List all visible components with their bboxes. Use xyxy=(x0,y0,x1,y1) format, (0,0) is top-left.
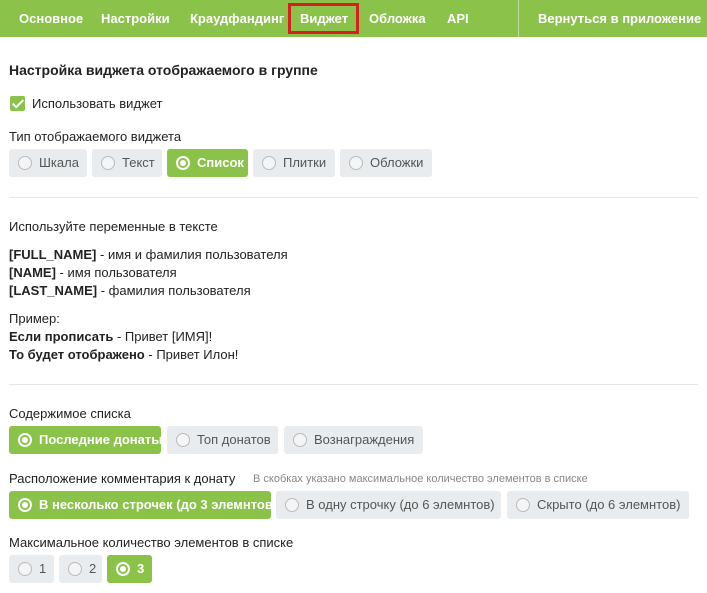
widget-type-list[interactable]: Список xyxy=(167,149,248,177)
widget-type-covers[interactable]: Обложки xyxy=(340,149,432,177)
radio-circle-icon xyxy=(516,498,530,512)
radio-circle-icon xyxy=(262,156,276,170)
tab-settings[interactable]: Настройки xyxy=(101,0,170,37)
widget-type-tiles[interactable]: Плитки xyxy=(253,149,335,177)
radio-circle-icon xyxy=(18,156,32,170)
comment-position-label: Расположение комментария к донату xyxy=(9,471,236,486)
radio-checked-icon xyxy=(116,562,130,576)
max-items-option-1[interactable]: 1 xyxy=(9,555,54,583)
tab-cover[interactable]: Обложка xyxy=(369,0,426,37)
example-input-line: Если прописать - Привет [ИМЯ]! xyxy=(9,329,213,344)
radio-checked-icon xyxy=(18,498,32,512)
widget-type-text[interactable]: Текст xyxy=(92,149,162,177)
use-widget-checkbox[interactable] xyxy=(10,96,25,111)
radio-circle-icon xyxy=(349,156,363,170)
radio-checked-icon xyxy=(176,156,190,170)
radio-circle-icon xyxy=(18,562,32,576)
variables-title: Используйте переменные в тексте xyxy=(9,219,218,234)
tab-api[interactable]: API xyxy=(447,0,469,37)
max-items-label: Максимальное количество элементов в спис… xyxy=(9,535,294,550)
list-content-top-donations[interactable]: Топ донатов xyxy=(167,426,278,454)
radio-circle-icon xyxy=(293,433,307,447)
nav-divider xyxy=(518,0,519,37)
comment-position-single-line[interactable]: В одну строчку (до 6 элемнтов) xyxy=(276,491,501,519)
tab-main[interactable]: Основное xyxy=(19,0,83,37)
radio-circle-icon xyxy=(285,498,299,512)
list-content-label: Содержимое списка xyxy=(9,406,131,421)
comment-position-multiline[interactable]: В несколько строчек (до 3 элемнтов) xyxy=(9,491,277,519)
max-items-option-2[interactable]: 2 xyxy=(59,555,102,583)
list-content-latest-donations[interactable]: Последние донаты xyxy=(9,426,162,454)
max-items-option-3[interactable]: 3 xyxy=(107,555,152,583)
radio-circle-icon xyxy=(68,562,82,576)
top-nav-bar: Основное Настройки Краудфандинг Виджет О… xyxy=(0,0,707,37)
comment-position-hint: В скобках указано максимальное количеств… xyxy=(253,473,588,485)
section-divider xyxy=(9,197,698,198)
example-label: Пример: xyxy=(9,311,60,326)
radio-circle-icon xyxy=(101,156,115,170)
tab-crowdfunding[interactable]: Краудфандинг xyxy=(190,0,284,37)
example-output-line: То будет отображено - Привет Илон! xyxy=(9,347,239,362)
list-content-rewards[interactable]: Вознаграждения xyxy=(284,426,423,454)
variable-last-name: [LAST_NAME] - фамилия пользователя xyxy=(9,283,251,298)
use-widget-label: Использовать виджет xyxy=(32,96,163,111)
tab-widget[interactable]: Виджет xyxy=(300,0,348,37)
radio-circle-icon xyxy=(176,433,190,447)
radio-checked-icon xyxy=(18,433,32,447)
widget-type-label: Тип отображаемого виджета xyxy=(9,129,182,144)
comment-position-hidden[interactable]: Скрыто (до 6 элемнтов) xyxy=(507,491,689,519)
back-to-app-link[interactable]: Вернуться в приложение xyxy=(538,0,701,37)
widget-type-scale[interactable]: Шкала xyxy=(9,149,87,177)
section-divider xyxy=(9,384,698,385)
variable-full-name: [FULL_NAME] - имя и фамилия пользователя xyxy=(9,247,288,262)
page-title: Настройка виджета отображаемого в группе xyxy=(9,62,318,78)
variable-name: [NAME] - имя пользователя xyxy=(9,265,177,280)
